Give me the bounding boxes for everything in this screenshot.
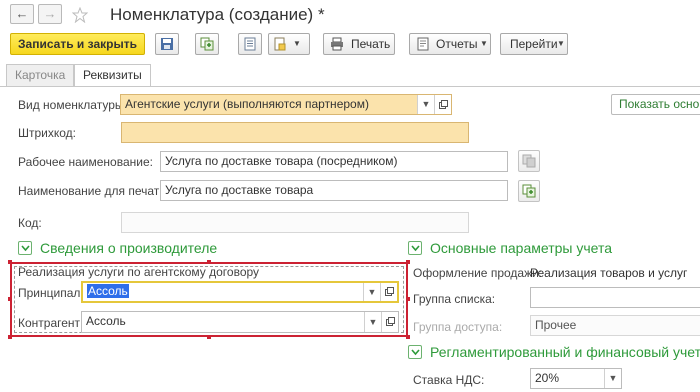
dropdown-button[interactable]: ▼ [417, 95, 434, 114]
frame-handle [207, 260, 211, 264]
sale-registration-label: Оформление продажи: [413, 266, 543, 280]
agent-contract-label: Реализация услуги по агентскому договору [18, 265, 260, 279]
list-document-icon [244, 37, 256, 51]
chevron-down-icon [411, 349, 420, 356]
frame-handle [406, 260, 410, 264]
working-name-field[interactable]: Услуга по доставке товара (посредником) [160, 151, 508, 172]
open-window-icon [384, 287, 394, 296]
collapse-regulated-button[interactable] [408, 345, 422, 359]
goto-button[interactable]: Перейти ▼ [500, 33, 568, 55]
counterparty-value: Ассоль [86, 314, 126, 328]
vat-rate-select[interactable]: 20% ▼ [530, 368, 622, 389]
copy-documents-icon [200, 37, 214, 51]
reports-label: Отчеты [436, 37, 478, 51]
item-type-field[interactable]: Агентские услуги (выполняются партнером)… [120, 94, 452, 115]
frame-handle [207, 335, 211, 339]
chevron-down-icon: ▼ [293, 39, 301, 48]
open-window-icon [385, 317, 395, 326]
frame-handle [8, 260, 12, 264]
chevron-down-icon: ▼ [367, 287, 377, 297]
document-plus-icon [274, 37, 286, 51]
barcode-field[interactable] [121, 122, 469, 143]
principal-value: Ассоль [87, 284, 129, 298]
access-group-label: Группа доступа: [413, 320, 503, 334]
principal-field[interactable]: Ассоль ▼ [81, 281, 399, 303]
create-based-on-button[interactable]: ▼ [268, 33, 310, 55]
save-button[interactable] [155, 33, 179, 55]
counterparty-label: Контрагент: [18, 316, 84, 330]
arrow-left-icon: ← [15, 6, 29, 21]
regulated-section-title: Регламентированный и финансовый учет [430, 344, 700, 360]
chevron-down-icon: ▼ [368, 317, 378, 327]
back-button[interactable]: ← [10, 4, 34, 24]
floppy-disk-icon [161, 38, 173, 50]
frame-handle [406, 335, 410, 339]
dropdown-button[interactable]: ▼ [363, 283, 380, 301]
chevron-down-icon: ▼ [557, 39, 565, 48]
code-field[interactable] [121, 212, 469, 233]
sale-registration-value: Реализация товаров и услуг [530, 266, 688, 280]
reports-icon [417, 37, 429, 51]
reports-button[interactable]: Отчеты ▼ [409, 33, 491, 55]
principal-label: Принципал: [18, 286, 84, 300]
tab-divider [0, 86, 700, 87]
item-type-label: Вид номенклатуры: [18, 98, 127, 112]
arrow-right-icon: → [43, 6, 57, 21]
forward-button[interactable]: → [38, 4, 62, 24]
working-name-label: Рабочее наименование: [18, 155, 153, 169]
tab-card[interactable]: Карточка [6, 64, 75, 86]
tab-details[interactable]: Реквизиты [74, 64, 151, 87]
chevron-down-icon: ▼ [480, 39, 488, 48]
chevron-down-icon [411, 245, 420, 252]
counterparty-field[interactable]: Ассоль ▼ [81, 311, 399, 333]
dropdown-button[interactable]: ▼ [364, 312, 381, 332]
print-name-field[interactable]: Услуга по доставке товара [160, 180, 508, 201]
accounting-section-title: Основные параметры учета [430, 240, 613, 256]
list-group-field[interactable] [530, 287, 700, 308]
list-group-label: Группа списка: [413, 292, 496, 306]
print-button[interactable]: Печать [323, 33, 395, 55]
copy-document-button[interactable] [195, 33, 219, 55]
code-label: Код: [18, 216, 42, 230]
vat-label: Ставка НДС: [413, 373, 485, 387]
frame-handle [8, 335, 12, 339]
manufacturer-section-title: Сведения о производителе [40, 240, 218, 256]
open-window-icon [438, 100, 448, 109]
chevron-down-icon: ▼ [421, 99, 431, 109]
barcode-label: Штрихкод: [18, 126, 77, 140]
goto-label: Перейти [510, 37, 558, 51]
save-and-close-button[interactable]: Записать и закрыть [10, 33, 145, 55]
dropdown-button[interactable]: ▼ [604, 369, 621, 388]
copy-icon [522, 154, 536, 168]
item-type-value: Агентские услуги (выполняются партнером) [125, 97, 369, 111]
document-list-button[interactable] [238, 33, 262, 55]
open-button[interactable] [380, 283, 397, 301]
open-button[interactable] [434, 95, 451, 114]
chevron-down-icon: ▼ [608, 373, 618, 383]
page-title: Номенклатура (создание) * [110, 5, 325, 24]
chevron-down-icon [21, 245, 30, 252]
star-icon[interactable] [71, 6, 89, 24]
collapse-manufacturer-button[interactable] [18, 241, 32, 255]
print-name-label: Наименование для печати: [18, 184, 170, 198]
print-name-copy-button[interactable] [518, 180, 540, 202]
open-button[interactable] [381, 312, 398, 332]
access-group-field[interactable]: Прочее [530, 315, 700, 336]
frame-handle [8, 297, 12, 301]
frame-handle [406, 297, 410, 301]
copy-documents-icon [522, 184, 536, 198]
collapse-accounting-button[interactable] [408, 241, 422, 255]
printer-icon [331, 37, 343, 51]
print-label: Печать [351, 37, 391, 51]
vat-rate-value: 20% [535, 371, 560, 385]
show-basic-button[interactable]: Показать основ [611, 94, 700, 115]
working-name-copy-button[interactable] [518, 150, 540, 172]
